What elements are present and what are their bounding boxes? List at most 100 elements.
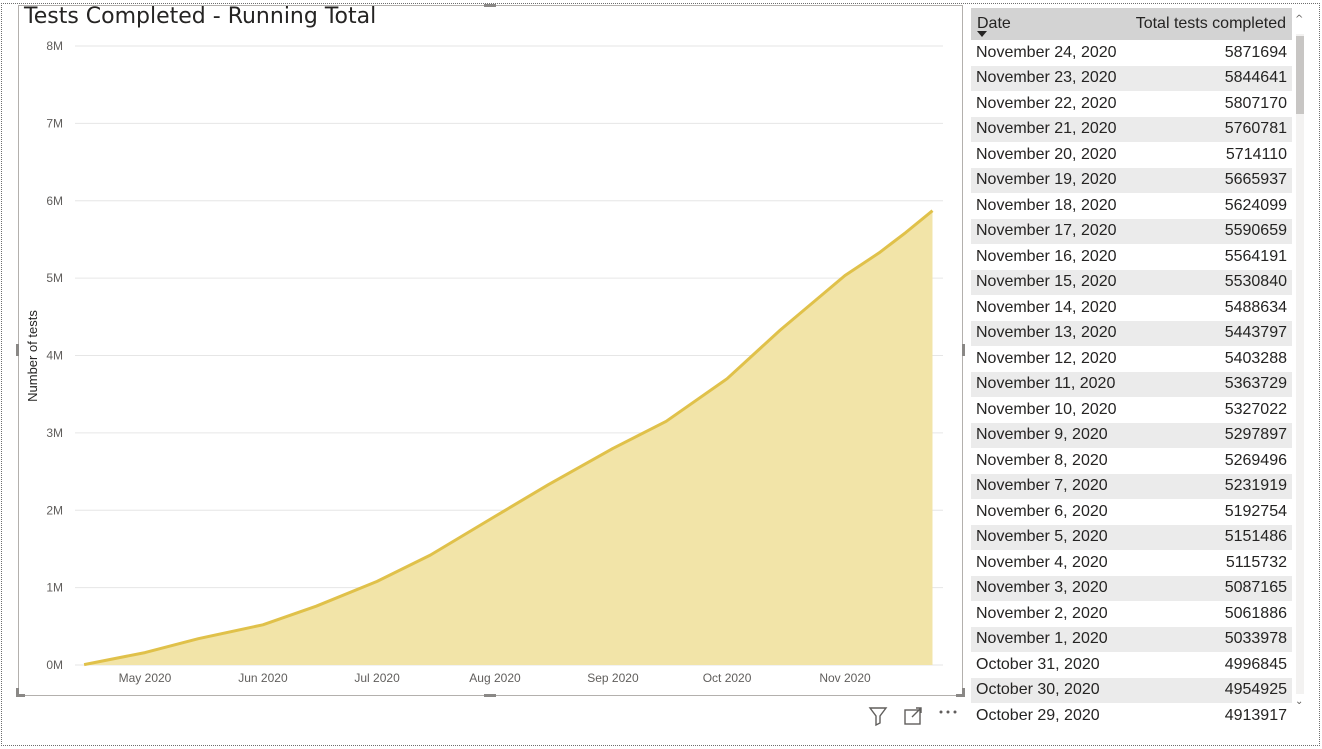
x-tick-label: Nov 2020 [819, 671, 871, 685]
table-row[interactable]: November 1, 2020 5033978 [971, 626, 1292, 652]
x-tick-label: Jun 2020 [238, 671, 288, 685]
cell-total-tests: 5061886 [1124, 601, 1292, 627]
cell-date: November 14, 2020 [971, 295, 1124, 321]
table-row[interactable]: November 16, 2020 5564191 [971, 244, 1292, 270]
filter-icon[interactable] [866, 704, 890, 728]
table-row[interactable]: November 5, 2020 5151486 [971, 524, 1292, 550]
table-row[interactable]: November 12, 2020 5403288 [971, 346, 1292, 372]
scroll-thumb[interactable] [1296, 36, 1304, 114]
cell-date: November 23, 2020 [971, 65, 1124, 91]
table-row[interactable]: November 24, 2020 5871694 [971, 40, 1292, 66]
cell-total-tests: 5871694 [1124, 40, 1292, 66]
cell-date: November 6, 2020 [971, 499, 1124, 525]
cell-total-tests: 5530840 [1124, 269, 1292, 295]
cell-date: November 13, 2020 [971, 320, 1124, 346]
y-tick-label: 8M [46, 39, 63, 53]
table-row[interactable]: November 13, 2020 5443797 [971, 320, 1292, 346]
cell-date: November 22, 2020 [971, 91, 1124, 117]
table-row[interactable]: November 3, 2020 5087165 [971, 575, 1292, 601]
cell-total-tests: 5403288 [1124, 346, 1292, 372]
x-tick-label: May 2020 [119, 671, 172, 685]
cell-total-tests: 5327022 [1124, 397, 1292, 423]
visual-header-toolbar [864, 704, 964, 728]
table-row[interactable]: November 17, 2020 5590659 [971, 218, 1292, 244]
data-table[interactable]: Date Total tests completed November 24, … [971, 8, 1292, 723]
cell-date: November 4, 2020 [971, 550, 1124, 576]
cell-date: November 15, 2020 [971, 269, 1124, 295]
table-header-row: Date Total tests completed [971, 8, 1292, 40]
cell-total-tests: 5087165 [1124, 575, 1292, 601]
table-row[interactable]: November 9, 2020 5297897 [971, 422, 1292, 448]
table-row[interactable]: November 11, 2020 5363729 [971, 371, 1292, 397]
table-row[interactable]: November 7, 2020 5231919 [971, 473, 1292, 499]
focus-mode-icon[interactable] [901, 704, 925, 728]
cell-total-tests: 5443797 [1124, 320, 1292, 346]
y-tick-label: 4M [46, 349, 63, 363]
table-row[interactable]: November 20, 2020 5714110 [971, 142, 1292, 168]
x-tick-label: Sep 2020 [587, 671, 639, 685]
cell-date: November 11, 2020 [971, 371, 1124, 397]
cell-total-tests: 5488634 [1124, 295, 1292, 321]
cell-total-tests: 5033978 [1124, 626, 1292, 652]
cell-date: October 31, 2020 [971, 652, 1124, 678]
column-header-total[interactable]: Total tests completed [1124, 8, 1292, 40]
cell-date: November 16, 2020 [971, 244, 1124, 270]
table-scrollbar[interactable]: ^ ⌄ [1294, 8, 1306, 720]
scroll-up-icon[interactable]: ^ [1295, 14, 1303, 25]
cell-total-tests: 5590659 [1124, 218, 1292, 244]
y-axis-ticks: 0M 1M 2M 3M 4M 5M 6M 7M 8M [46, 39, 63, 672]
cell-total-tests: 5269496 [1124, 448, 1292, 474]
cell-date: November 12, 2020 [971, 346, 1124, 372]
scroll-down-icon[interactable]: ⌄ [1295, 696, 1303, 707]
cell-date: November 20, 2020 [971, 142, 1124, 168]
table-row[interactable]: October 29, 2020 4913917 [971, 703, 1292, 723]
cell-total-tests: 5564191 [1124, 244, 1292, 270]
table-row[interactable]: November 8, 2020 5269496 [971, 448, 1292, 474]
scroll-track[interactable] [1296, 34, 1304, 694]
table-row[interactable]: November 23, 2020 5844641 [971, 65, 1292, 91]
column-header-date[interactable]: Date [971, 8, 1124, 40]
table-row[interactable]: October 31, 2020 4996845 [971, 652, 1292, 678]
table-row[interactable]: November 18, 2020 5624099 [971, 193, 1292, 219]
cell-date: November 9, 2020 [971, 422, 1124, 448]
table-row[interactable]: November 15, 2020 5530840 [971, 269, 1292, 295]
cell-total-tests: 5115732 [1124, 550, 1292, 576]
cell-total-tests: 4954925 [1124, 677, 1292, 703]
table-row[interactable]: November 2, 2020 5061886 [971, 601, 1292, 627]
cell-date: October 30, 2020 [971, 677, 1124, 703]
table-row[interactable]: November 6, 2020 5192754 [971, 499, 1292, 525]
table-row[interactable]: November 22, 2020 5807170 [971, 91, 1292, 117]
table-row[interactable]: November 10, 2020 5327022 [971, 397, 1292, 423]
cell-date: November 2, 2020 [971, 601, 1124, 627]
cell-total-tests: 5231919 [1124, 473, 1292, 499]
cell-total-tests: 5665937 [1124, 167, 1292, 193]
cell-total-tests: 5297897 [1124, 422, 1292, 448]
cell-date: November 10, 2020 [971, 397, 1124, 423]
table-row[interactable]: November 19, 2020 5665937 [971, 167, 1292, 193]
more-options-icon[interactable] [936, 704, 960, 728]
table-row[interactable]: November 21, 2020 5760781 [971, 116, 1292, 142]
table-row[interactable]: November 4, 2020 5115732 [971, 550, 1292, 576]
x-tick-label: Aug 2020 [469, 671, 521, 685]
cell-total-tests: 5760781 [1124, 116, 1292, 142]
y-tick-label: 7M [46, 116, 63, 130]
cell-total-tests: 5624099 [1124, 193, 1292, 219]
y-tick-label: 6M [46, 194, 63, 208]
y-tick-label: 1M [46, 581, 63, 595]
cell-total-tests: 5844641 [1124, 65, 1292, 91]
cell-total-tests: 5151486 [1124, 524, 1292, 550]
cell-date: November 1, 2020 [971, 626, 1124, 652]
y-tick-label: 3M [46, 426, 63, 440]
cell-date: November 8, 2020 [971, 448, 1124, 474]
cell-date: October 29, 2020 [971, 703, 1124, 723]
cell-total-tests: 5714110 [1124, 142, 1292, 168]
table-row[interactable]: October 30, 2020 4954925 [971, 677, 1292, 703]
cell-date: November 7, 2020 [971, 473, 1124, 499]
cell-total-tests: 5807170 [1124, 91, 1292, 117]
cell-date: November 17, 2020 [971, 218, 1124, 244]
sort-descending-icon[interactable] [977, 31, 987, 37]
table-row[interactable]: November 14, 2020 5488634 [971, 295, 1292, 321]
cell-total-tests: 5192754 [1124, 499, 1292, 525]
table-body: November 24, 2020 5871694 November 23, 202… [971, 40, 1292, 723]
cell-date: November 3, 2020 [971, 575, 1124, 601]
